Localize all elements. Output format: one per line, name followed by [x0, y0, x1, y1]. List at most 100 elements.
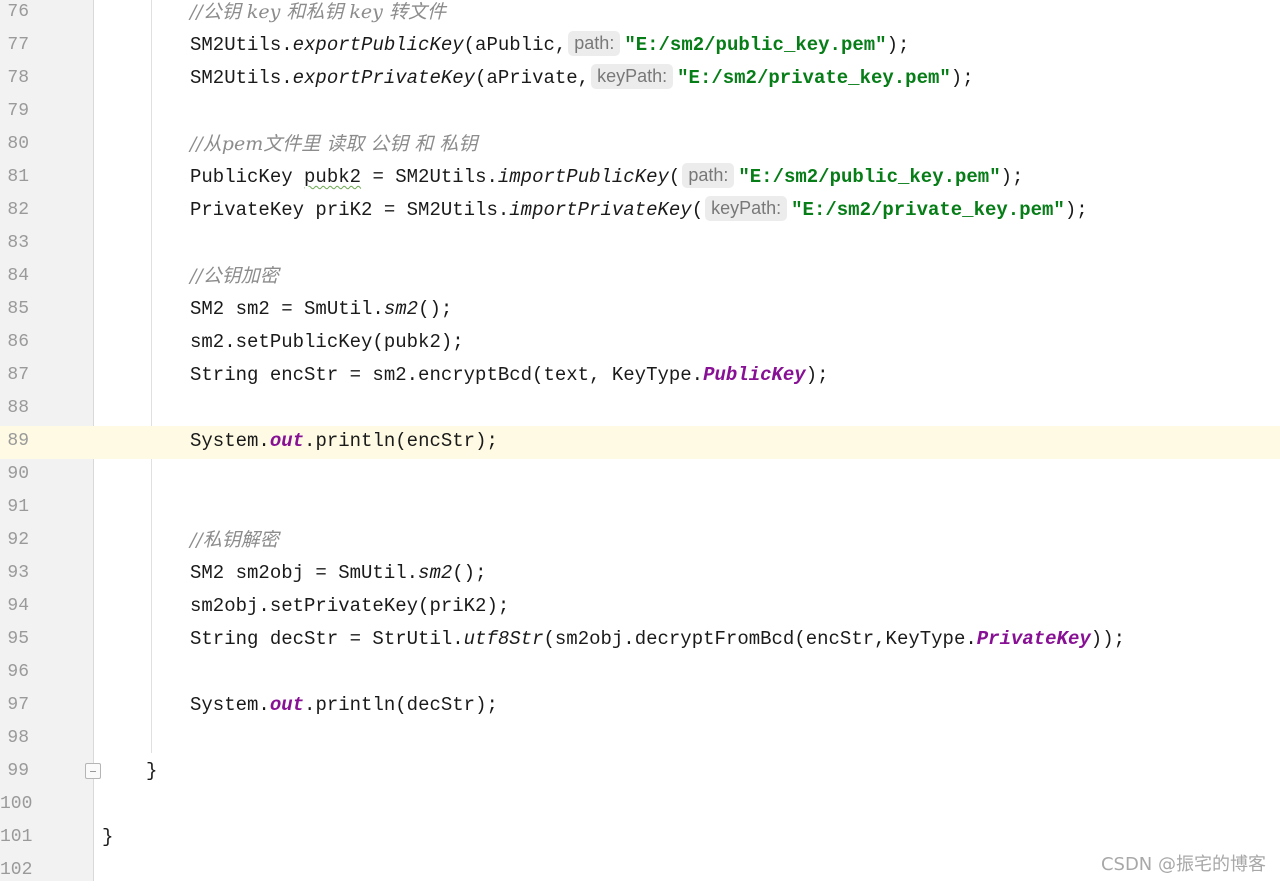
static-field: PublicKey	[703, 364, 806, 386]
code-line-87[interactable]: 87 String encStr = sm2.encryptBcd(text, …	[0, 360, 1280, 393]
code-line-83[interactable]: 83	[0, 228, 1280, 261]
code-line-79[interactable]: 79	[0, 96, 1280, 129]
parameter-hint: path:	[568, 31, 621, 56]
code-line-89-current[interactable]: 89 System.out.println(encStr);	[0, 426, 1280, 459]
line-number: 79	[7, 101, 29, 121]
token: .println(encStr);	[304, 430, 498, 452]
code-line-86[interactable]: 86 sm2.setPublicKey(pubk2);	[0, 327, 1280, 360]
line-number: 78	[7, 68, 29, 88]
token: = SM2Utils.	[361, 166, 498, 188]
code-line-94[interactable]: 94 sm2obj.setPrivateKey(priK2);	[0, 591, 1280, 624]
line-number: 89	[0, 426, 29, 459]
method-name: exportPublicKey	[292, 34, 464, 56]
code-line-101[interactable]: 101 }	[0, 822, 1280, 855]
code-text: sm2obj.setPrivateKey(priK2);	[190, 595, 510, 617]
code-text: System.out.println(encStr);	[190, 426, 498, 459]
code-line-97[interactable]: 97 System.out.println(decStr);	[0, 690, 1280, 723]
line-number: 85	[7, 299, 29, 319]
string-literal: "E:/sm2/public_key.pem"	[738, 166, 1001, 188]
code-line-98[interactable]: 98	[0, 723, 1280, 756]
code-line-80[interactable]: 80 //从pem文件里 读取 公钥 和 私钥	[0, 129, 1280, 162]
line-number: 95	[7, 629, 29, 649]
line-number: 96	[7, 662, 29, 682]
method-name: sm2	[383, 298, 419, 320]
variable-name: pubk2	[304, 166, 362, 188]
code-text: SM2 sm2obj = SmUtil.sm2();	[190, 558, 486, 591]
token: .println(decStr);	[304, 694, 498, 716]
code-text: PublicKey pubk2 = SM2Utils.importPublicK…	[190, 162, 1023, 195]
watermark: CSDN @振宅的博客	[1100, 854, 1266, 875]
code-line-92[interactable]: 92 //私钥解密	[0, 525, 1280, 558]
token: (	[668, 166, 681, 188]
token: (aPrivate,	[475, 67, 590, 89]
code-line-96[interactable]: 96	[0, 657, 1280, 690]
string-literal: "E:/sm2/private_key.pem"	[791, 199, 1065, 221]
method-name: importPrivateKey	[509, 199, 692, 221]
token: SM2 sm2 = SmUtil.	[190, 298, 384, 320]
fold-collapse-icon[interactable]	[85, 763, 101, 779]
comment: //公钥 key 和私钥 key 转文件	[190, 1, 446, 23]
code-text: PrivateKey priK2 = SM2Utils.importPrivat…	[190, 195, 1088, 228]
code-line-100[interactable]: 100	[0, 789, 1280, 822]
line-number: 81	[7, 167, 29, 187]
token: (aPublic,	[463, 34, 567, 56]
line-number: 100	[0, 794, 33, 814]
code-line-91[interactable]: 91	[0, 492, 1280, 525]
comment: //私钥解密	[190, 529, 279, 551]
closing-brace: }	[146, 760, 158, 782]
token: ));	[1090, 628, 1126, 650]
code-line-95[interactable]: 95 String decStr = StrUtil.utf8Str(sm2ob…	[0, 624, 1280, 657]
comment: //从pem文件里 读取 公钥 和 私钥	[190, 133, 478, 155]
token: ();	[418, 298, 453, 320]
method-name: sm2	[418, 562, 453, 584]
code-text: String encStr = sm2.encryptBcd(text, Key…	[190, 360, 829, 393]
line-number: 82	[7, 200, 29, 220]
line-number: 90	[7, 464, 29, 484]
line-number: 91	[7, 497, 29, 517]
line-number: 76	[7, 2, 29, 22]
method-name: importPublicKey	[497, 166, 669, 188]
line-number: 102	[0, 860, 33, 880]
code-line-84[interactable]: 84 //公钥加密	[0, 261, 1280, 294]
code-line-78[interactable]: 78 SM2Utils.exportPrivateKey(aPrivate, ke…	[0, 63, 1280, 96]
code-text: SM2Utils.exportPrivateKey(aPrivate, keyPa…	[190, 63, 974, 96]
line-number: 94	[7, 596, 29, 616]
closing-brace: }	[102, 826, 114, 848]
code-text: String decStr = StrUtil.utf8Str(sm2obj.d…	[190, 624, 1125, 657]
line-number: 98	[7, 728, 29, 748]
line-number: 83	[7, 233, 29, 253]
code-line-76[interactable]: 76 //公钥 key 和私钥 key 转文件	[0, 0, 1280, 30]
static-field: PrivateKey	[976, 628, 1091, 650]
token: System.	[190, 430, 270, 452]
code-line-82[interactable]: 82 PrivateKey priK2 = SM2Utils.importPri…	[0, 195, 1280, 228]
token: SM2 sm2obj = SmUtil.	[190, 562, 419, 584]
token: PrivateKey priK2 = SM2Utils.	[190, 199, 510, 221]
method-name: utf8Str	[463, 628, 544, 650]
code-text: SM2Utils.exportPublicKey(aPublic, path: "E…	[190, 30, 909, 63]
line-number: 92	[7, 530, 29, 550]
token: ();	[452, 562, 487, 584]
static-field: out	[269, 694, 305, 716]
code-line-99[interactable]: 99 }	[0, 756, 1280, 789]
code-line-102[interactable]: 102	[0, 855, 1280, 881]
code-line-85[interactable]: 85 SM2 sm2 = SmUtil.sm2();	[0, 294, 1280, 327]
line-number: 87	[7, 365, 29, 385]
code-line-93[interactable]: 93 SM2 sm2obj = SmUtil.sm2();	[0, 558, 1280, 591]
code-line-90[interactable]: 90	[0, 459, 1280, 492]
parameter-hint: keyPath:	[705, 196, 788, 221]
string-literal: "E:/sm2/public_key.pem"	[624, 34, 887, 56]
token: SM2Utils.	[190, 34, 293, 56]
token: );	[1064, 199, 1088, 221]
line-number: 97	[7, 695, 29, 715]
code-text: SM2 sm2 = SmUtil.sm2();	[190, 294, 452, 327]
token: );	[805, 364, 829, 386]
token: );	[886, 34, 910, 56]
code-line-77[interactable]: 77 SM2Utils.exportPublicKey(aPublic, path…	[0, 30, 1280, 63]
static-field: out	[269, 430, 305, 452]
line-number: 86	[7, 332, 29, 352]
token: SM2Utils.	[190, 67, 293, 89]
token: );	[950, 67, 974, 89]
code-line-81[interactable]: 81 PublicKey pubk2 = SM2Utils.importPubl…	[0, 162, 1280, 195]
line-number: 101	[0, 827, 33, 847]
code-line-88[interactable]: 88	[0, 393, 1280, 426]
